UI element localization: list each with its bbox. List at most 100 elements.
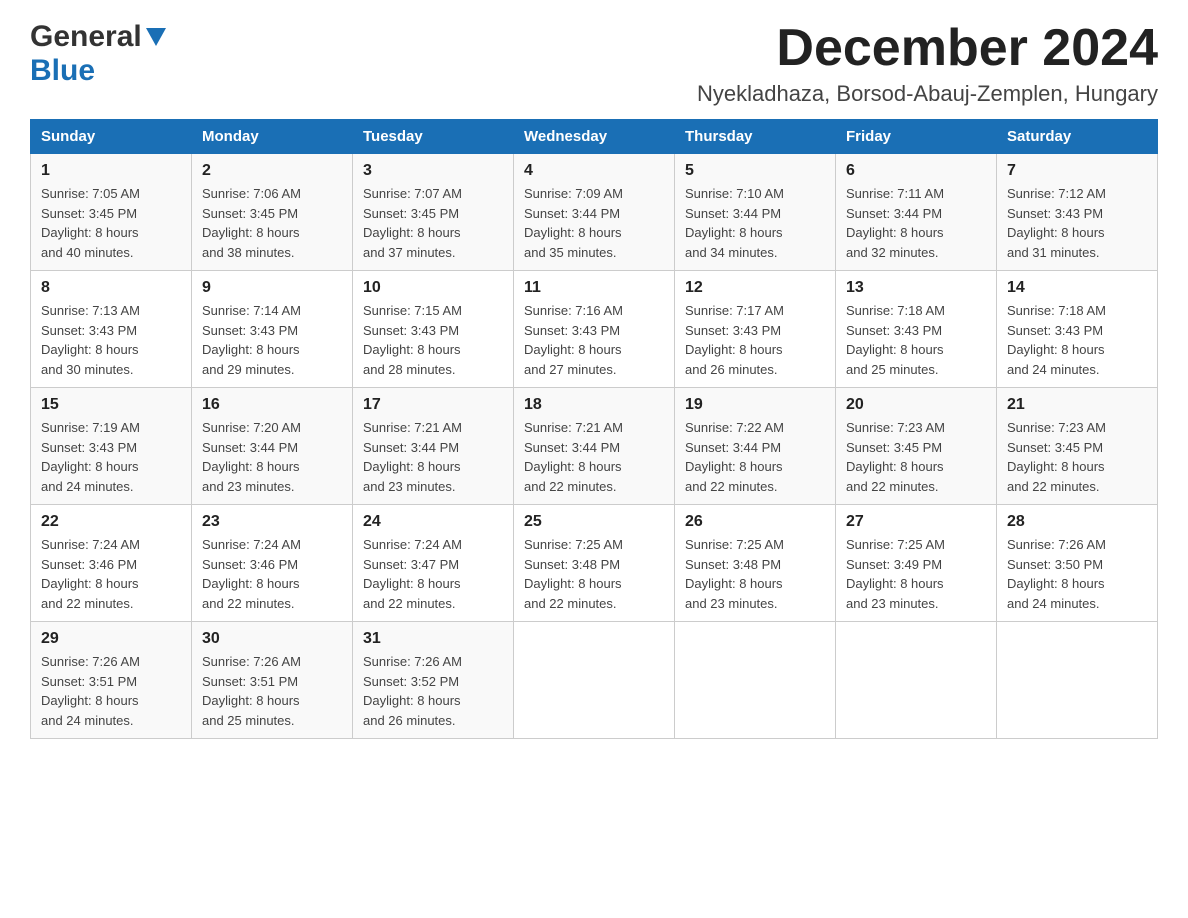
calendar-cell: 31Sunrise: 7:26 AMSunset: 3:52 PMDayligh…	[353, 622, 514, 739]
day-info: Sunrise: 7:22 AMSunset: 3:44 PMDaylight:…	[685, 418, 825, 496]
header-saturday: Saturday	[997, 120, 1158, 154]
day-info: Sunrise: 7:18 AMSunset: 3:43 PMDaylight:…	[1007, 301, 1147, 379]
title-area: December 2024 Nyekladhaza, Borsod-Abauj-…	[697, 20, 1158, 107]
calendar-cell: 23 Sunrise: 7:24 AMSunset: 3:46 PMDayligh…	[192, 505, 353, 622]
day-info: Sunrise: 7:13 AMSunset: 3:43 PMDaylight:…	[41, 301, 181, 379]
day-info: Sunrise: 7:18 AMSunset: 3:43 PMDaylight:…	[846, 301, 986, 379]
calendar-cell: 18 Sunrise: 7:21 AMSunset: 3:44 PMDayligh…	[514, 388, 675, 505]
day-info: Sunrise: 7:25 AMSunset: 3:48 PMDaylight:…	[685, 535, 825, 613]
day-info: Sunrise: 7:24 AMSunset: 3:46 PMDaylight:…	[202, 535, 342, 613]
header-wednesday: Wednesday	[514, 120, 675, 154]
day-number: 6	[846, 162, 986, 180]
calendar-cell: 7Sunrise: 7:12 AMSunset: 3:43 PMDaylight…	[997, 154, 1158, 271]
calendar-cell: 2 Sunrise: 7:06 AMSunset: 3:45 PMDaylight…	[192, 154, 353, 271]
day-number: 13	[846, 279, 986, 297]
calendar-cell: 4Sunrise: 7:09 AMSunset: 3:44 PMDaylight…	[514, 154, 675, 271]
day-info: Sunrise: 7:26 AMSunset: 3:51 PMDaylight:…	[41, 652, 181, 730]
day-info: Sunrise: 7:16 AMSunset: 3:43 PMDaylight:…	[524, 301, 664, 379]
day-number: 28	[1007, 513, 1147, 531]
calendar-cell: 8 Sunrise: 7:13 AMSunset: 3:43 PMDaylight…	[31, 271, 192, 388]
day-info: Sunrise: 7:05 AMSunset: 3:45 PMDaylight:…	[41, 184, 181, 262]
calendar-cell: 6 Sunrise: 7:11 AMSunset: 3:44 PMDaylight…	[836, 154, 997, 271]
day-info: Sunrise: 7:25 AMSunset: 3:48 PMDaylight:…	[524, 535, 664, 613]
calendar-cell: 14 Sunrise: 7:18 AMSunset: 3:43 PMDayligh…	[997, 271, 1158, 388]
calendar-cell	[514, 622, 675, 739]
calendar-cell: 11Sunrise: 7:16 AMSunset: 3:43 PMDayligh…	[514, 271, 675, 388]
calendar-cell: 9 Sunrise: 7:14 AMSunset: 3:43 PMDaylight…	[192, 271, 353, 388]
calendar-cell: 28 Sunrise: 7:26 AMSunset: 3:50 PMDayligh…	[997, 505, 1158, 622]
calendar-cell: 12 Sunrise: 7:17 AMSunset: 3:43 PMDayligh…	[675, 271, 836, 388]
day-number: 9	[202, 279, 342, 297]
day-number: 27	[846, 513, 986, 531]
day-number: 10	[363, 279, 503, 297]
location-subtitle: Nyekladhaza, Borsod-Abauj-Zemplen, Hunga…	[697, 81, 1158, 107]
day-number: 2	[202, 162, 342, 180]
day-info: Sunrise: 7:23 AMSunset: 3:45 PMDaylight:…	[1007, 418, 1147, 496]
day-number: 3	[363, 162, 503, 180]
calendar-cell: 13 Sunrise: 7:18 AMSunset: 3:43 PMDayligh…	[836, 271, 997, 388]
day-info: Sunrise: 7:12 AMSunset: 3:43 PMDaylight:…	[1007, 184, 1147, 262]
day-info: Sunrise: 7:21 AMSunset: 3:44 PMDaylight:…	[363, 418, 503, 496]
day-info: Sunrise: 7:25 AMSunset: 3:49 PMDaylight:…	[846, 535, 986, 613]
day-info: Sunrise: 7:17 AMSunset: 3:43 PMDaylight:…	[685, 301, 825, 379]
day-info: Sunrise: 7:14 AMSunset: 3:43 PMDaylight:…	[202, 301, 342, 379]
day-info: Sunrise: 7:15 AMSunset: 3:43 PMDaylight:…	[363, 301, 503, 379]
calendar-cell	[836, 622, 997, 739]
day-number: 18	[524, 396, 664, 414]
day-number: 14	[1007, 279, 1147, 297]
logo-blue-text: Blue	[30, 54, 95, 87]
day-info: Sunrise: 7:06 AMSunset: 3:45 PMDaylight:…	[202, 184, 342, 262]
calendar-cell: 19 Sunrise: 7:22 AMSunset: 3:44 PMDayligh…	[675, 388, 836, 505]
calendar-cell: 21 Sunrise: 7:23 AMSunset: 3:45 PMDayligh…	[997, 388, 1158, 505]
calendar-cell: 15 Sunrise: 7:19 AMSunset: 3:43 PMDayligh…	[31, 388, 192, 505]
calendar-week-row: 22 Sunrise: 7:24 AMSunset: 3:46 PMDayligh…	[31, 505, 1158, 622]
day-info: Sunrise: 7:23 AMSunset: 3:45 PMDaylight:…	[846, 418, 986, 496]
day-info: Sunrise: 7:26 AMSunset: 3:52 PMDaylight:…	[363, 652, 503, 730]
day-number: 20	[846, 396, 986, 414]
day-info: Sunrise: 7:09 AMSunset: 3:44 PMDaylight:…	[524, 184, 664, 262]
day-info: Sunrise: 7:11 AMSunset: 3:44 PMDaylight:…	[846, 184, 986, 262]
day-number: 17	[363, 396, 503, 414]
calendar-cell: 3 Sunrise: 7:07 AMSunset: 3:45 PMDaylight…	[353, 154, 514, 271]
day-info: Sunrise: 7:20 AMSunset: 3:44 PMDaylight:…	[202, 418, 342, 496]
day-number: 5	[685, 162, 825, 180]
day-info: Sunrise: 7:21 AMSunset: 3:44 PMDaylight:…	[524, 418, 664, 496]
calendar-cell: 5 Sunrise: 7:10 AMSunset: 3:44 PMDaylight…	[675, 154, 836, 271]
calendar-table: Sunday Monday Tuesday Wednesday Thursday…	[30, 119, 1158, 739]
calendar-cell: 16 Sunrise: 7:20 AMSunset: 3:44 PMDayligh…	[192, 388, 353, 505]
header-tuesday: Tuesday	[353, 120, 514, 154]
logo: General Blue	[30, 20, 166, 88]
day-number: 22	[41, 513, 181, 531]
day-number: 23	[202, 513, 342, 531]
calendar-cell: 17 Sunrise: 7:21 AMSunset: 3:44 PMDayligh…	[353, 388, 514, 505]
calendar-cell: 26 Sunrise: 7:25 AMSunset: 3:48 PMDayligh…	[675, 505, 836, 622]
day-number: 16	[202, 396, 342, 414]
day-number: 12	[685, 279, 825, 297]
calendar-cell: 24Sunrise: 7:24 AMSunset: 3:47 PMDayligh…	[353, 505, 514, 622]
day-number: 1	[41, 162, 181, 180]
day-info: Sunrise: 7:07 AMSunset: 3:45 PMDaylight:…	[363, 184, 503, 262]
logo-triangle-icon	[146, 28, 166, 51]
day-info: Sunrise: 7:19 AMSunset: 3:43 PMDaylight:…	[41, 418, 181, 496]
page-header: General Blue December 2024 Nyekladhaza, …	[30, 20, 1158, 107]
header-monday: Monday	[192, 120, 353, 154]
day-number: 8	[41, 279, 181, 297]
day-number: 21	[1007, 396, 1147, 414]
day-number: 26	[685, 513, 825, 531]
day-number: 30	[202, 630, 342, 648]
day-number: 29	[41, 630, 181, 648]
day-number: 19	[685, 396, 825, 414]
logo-general-text: General	[30, 20, 142, 54]
calendar-week-row: 15 Sunrise: 7:19 AMSunset: 3:43 PMDayligh…	[31, 388, 1158, 505]
calendar-week-row: 1 Sunrise: 7:05 AMSunset: 3:45 PMDaylight…	[31, 154, 1158, 271]
calendar-week-row: 29 Sunrise: 7:26 AMSunset: 3:51 PMDayligh…	[31, 622, 1158, 739]
header-sunday: Sunday	[31, 120, 192, 154]
calendar-week-row: 8 Sunrise: 7:13 AMSunset: 3:43 PMDaylight…	[31, 271, 1158, 388]
day-number: 15	[41, 396, 181, 414]
calendar-header-row: Sunday Monday Tuesday Wednesday Thursday…	[31, 120, 1158, 154]
day-info: Sunrise: 7:10 AMSunset: 3:44 PMDaylight:…	[685, 184, 825, 262]
day-info: Sunrise: 7:24 AMSunset: 3:47 PMDaylight:…	[363, 535, 503, 613]
calendar-cell: 22Sunrise: 7:24 AMSunset: 3:46 PMDayligh…	[31, 505, 192, 622]
day-info: Sunrise: 7:26 AMSunset: 3:51 PMDaylight:…	[202, 652, 342, 730]
day-info: Sunrise: 7:26 AMSunset: 3:50 PMDaylight:…	[1007, 535, 1147, 613]
